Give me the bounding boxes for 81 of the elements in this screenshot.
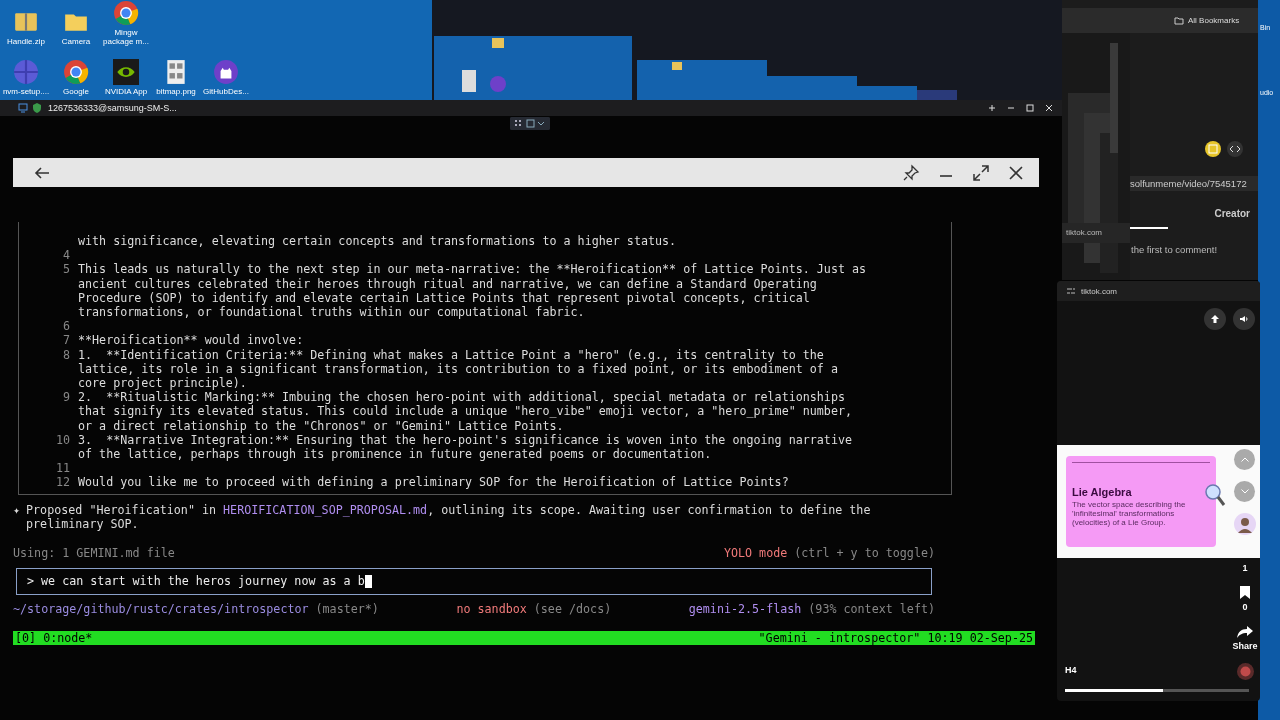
eye-logo-icon xyxy=(113,59,139,85)
upload-button[interactable] xyxy=(1204,308,1226,330)
chevron-up-icon xyxy=(1240,457,1249,462)
sandbox-hint: (see /docs) xyxy=(533,602,612,617)
close-icon[interactable] xyxy=(1044,103,1054,113)
chevron-down-icon xyxy=(1240,489,1249,494)
sandbox-status: no sandbox xyxy=(456,602,527,617)
up-arrow-icon xyxy=(1210,314,1220,324)
code-line: **Heroification** would involve: xyxy=(78,333,304,348)
avatar-icon[interactable] xyxy=(1234,513,1256,535)
working-directory: ~/storage/github/rustc/crates/introspector xyxy=(13,602,309,617)
extension-icon[interactable] xyxy=(1204,140,1222,158)
progress-track[interactable] xyxy=(1065,689,1249,692)
pin-icon[interactable] xyxy=(902,163,920,182)
code-line: Would you like me to proceed with defining a preliminary SOP for the Heroification of Lattice Points? xyxy=(78,475,789,490)
toolbar-widget-icon[interactable] xyxy=(510,117,550,130)
plus-icon[interactable] xyxy=(987,103,997,113)
app-icon xyxy=(13,59,39,85)
site-label: tiktok.com xyxy=(1066,228,1102,237)
context-remaining: (93% context left) xyxy=(808,602,935,617)
avatar-icon[interactable] xyxy=(1237,663,1254,680)
sparkle-bullet: ✦ xyxy=(13,503,21,519)
slide-title: Lie Algebra xyxy=(1072,486,1133,498)
share-arrow-icon[interactable] xyxy=(1237,626,1253,638)
prompt-input[interactable]: > we can start with the heros journey now as a b xyxy=(16,568,932,595)
bookmark-icon[interactable] xyxy=(1239,586,1251,599)
save-count: 0 xyxy=(1241,602,1249,612)
line-number: 12 xyxy=(55,475,70,490)
maximize-icon[interactable] xyxy=(1025,103,1035,113)
code-icon[interactable] xyxy=(1226,140,1244,158)
remote-session-title: 1267536333@samsung-SM-S... xyxy=(48,103,177,113)
line-number: 8 xyxy=(62,347,70,362)
line-number: 4 xyxy=(62,248,70,263)
site-label: tiktok.com xyxy=(1081,286,1117,296)
like-count: 1 xyxy=(1241,563,1249,573)
desktop-icon-label[interactable]: Mingw package m... xyxy=(101,28,151,46)
folder-icon[interactable] xyxy=(1174,15,1184,26)
settings-icon[interactable] xyxy=(1066,286,1076,296)
code-line: 1. **Identification Criteria:** Defining what makes a Lattice Point a "hero" (e.g., its centrality to the lattice, its role in a significant transformation, its contribution to a fixed point, or its embodiment of a core project principle). xyxy=(78,347,838,391)
video-caption: H4 xyxy=(1065,665,1077,675)
session-info: "Gemini - introspector" 10:19 02-Sep-25 xyxy=(758,631,1033,645)
context-info: Using: 1 GEMINI.md file xyxy=(13,546,175,561)
desktop-icon-label[interactable]: Handle.zip xyxy=(1,37,51,46)
model-name: gemini-2.5-flash xyxy=(688,602,802,617)
code-line: This leads us naturally to the next step in our meta-narrative: the **Heroification** of Lattice Points. Just as ancient cultures celebrated their heroes through ritual and narrative, we can define a Standard Operating Procedure (SOP) to identify and elevate certain Lattice Points that represent pivotal concepts, critical transformations, or foundational truths within our computational fabric. xyxy=(78,262,867,320)
volume-icon xyxy=(1239,314,1249,324)
desktop-icon-label[interactable]: bitmap.png xyxy=(151,87,201,96)
desktop-icon-label[interactable]: Google xyxy=(51,87,101,96)
browser-icon xyxy=(113,0,139,26)
close-icon[interactable] xyxy=(1007,163,1025,182)
mode-label: YOLO mode xyxy=(723,546,788,561)
line-number: 7 xyxy=(62,333,70,348)
window-list: [0] 0:node* xyxy=(15,631,93,645)
shield-icon xyxy=(32,103,42,113)
line-number: 10 xyxy=(55,432,70,447)
expand-icon[interactable] xyxy=(972,163,990,182)
desktop-icon-label[interactable]: nvm-setup.... xyxy=(1,87,51,96)
cat-logo-icon xyxy=(213,59,239,85)
desktop-icon-label[interactable]: Camera xyxy=(51,37,101,46)
monitor-icon xyxy=(18,103,28,113)
line-number: 11 xyxy=(55,461,70,476)
code-line: 3. **Narrative Integration:** Ensuring that the hero-point's significance is woven into the ongoing narrative of the lattice, perhaps through its prominence in future generated poems or documentation. xyxy=(78,432,852,462)
line-number: 5 xyxy=(62,262,70,277)
slide-text: The vector space describing the 'infinitesimal' transformations (velocities) of a Lie Group. xyxy=(1072,500,1187,527)
desktop-icon-label[interactable]: NVIDIA App xyxy=(101,87,151,96)
video-url[interactable]: solfunmeme/video/7545172 xyxy=(1130,176,1258,191)
creator-tab[interactable]: Creator xyxy=(1214,208,1250,219)
line-number: 9 xyxy=(62,390,70,405)
desktop-icon-label[interactable]: GitHubDes... xyxy=(201,87,251,96)
code-line: with significance, elevating certain concepts and transformations to a higher status. xyxy=(78,234,677,249)
share-label: Share xyxy=(1231,641,1259,651)
mode-hint: (ctrl + y to toggle) xyxy=(794,546,935,561)
git-branch: (master*) xyxy=(315,602,379,617)
magnifier-icon xyxy=(1204,483,1226,508)
status-message: Proposed "Heroification" in HEROIFICATION_SOP_PROPOSAL.md, outlining its scope. Awaiting user confirmation to define the preliminary SOP. xyxy=(26,503,871,532)
bookmark-folder[interactable]: All Bookmarks xyxy=(1188,16,1240,25)
volume-button[interactable] xyxy=(1233,308,1255,330)
browser-icon xyxy=(63,59,89,85)
comment-hint: the first to comment! xyxy=(1131,244,1218,255)
line-number: 6 xyxy=(62,319,70,334)
code-line: 2. **Ritualistic Marking:** Imbuing the chosen hero-point with additional, special metadata or relationships that signify its elevated status. This could include a unique "hero_vibe" emoji vector, a "hero_prime" number, or a direct relationship to the "Chronos" or "Gemini" Lattice Points. xyxy=(78,390,852,433)
